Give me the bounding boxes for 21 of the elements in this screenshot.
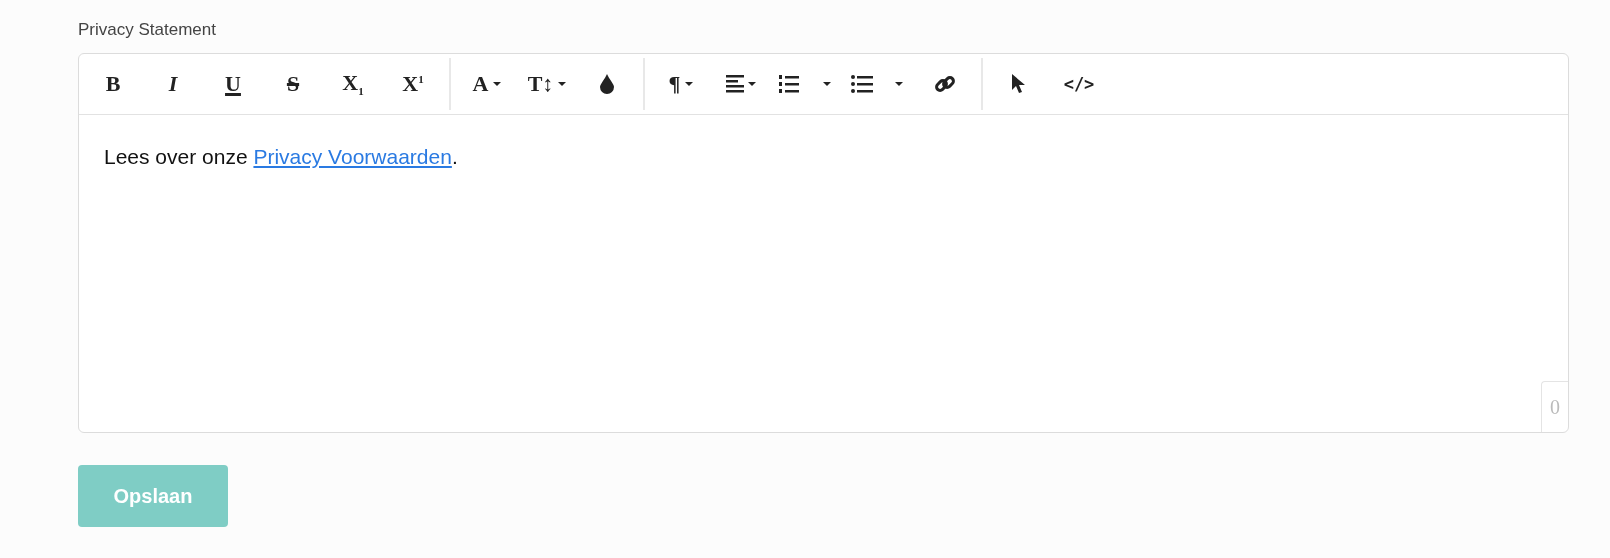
link-icon	[934, 73, 956, 95]
field-label: Privacy Statement	[78, 20, 216, 40]
code-view-button[interactable]: </>	[1049, 64, 1109, 104]
align-left-icon	[726, 75, 756, 93]
privacy-link[interactable]: Privacy Voorwaarden	[253, 145, 452, 168]
dropdown-button[interactable]: T↕	[517, 64, 577, 104]
script-button[interactable]: X$_{1}$	[323, 64, 383, 104]
character-counter: 0	[1541, 381, 1568, 432]
pointer-icon	[1012, 74, 1026, 94]
underline-button[interactable]: U	[203, 64, 263, 104]
editor-text: Lees over onze Privacy Voorwaarden.	[104, 145, 459, 169]
strikethrough-button[interactable]: S	[263, 64, 323, 104]
caret-icon	[685, 82, 694, 86]
caret-icon	[493, 82, 502, 86]
italic-button[interactable]: I	[143, 64, 203, 104]
bold-button[interactable]: B	[83, 64, 143, 104]
dropdown-button[interactable]: A	[457, 64, 517, 104]
script-button[interactable]: X$^{1}$	[383, 64, 443, 104]
droplet-icon	[600, 74, 614, 94]
caret-icon	[558, 82, 567, 86]
dropdown-button[interactable]: ¶	[651, 64, 711, 104]
